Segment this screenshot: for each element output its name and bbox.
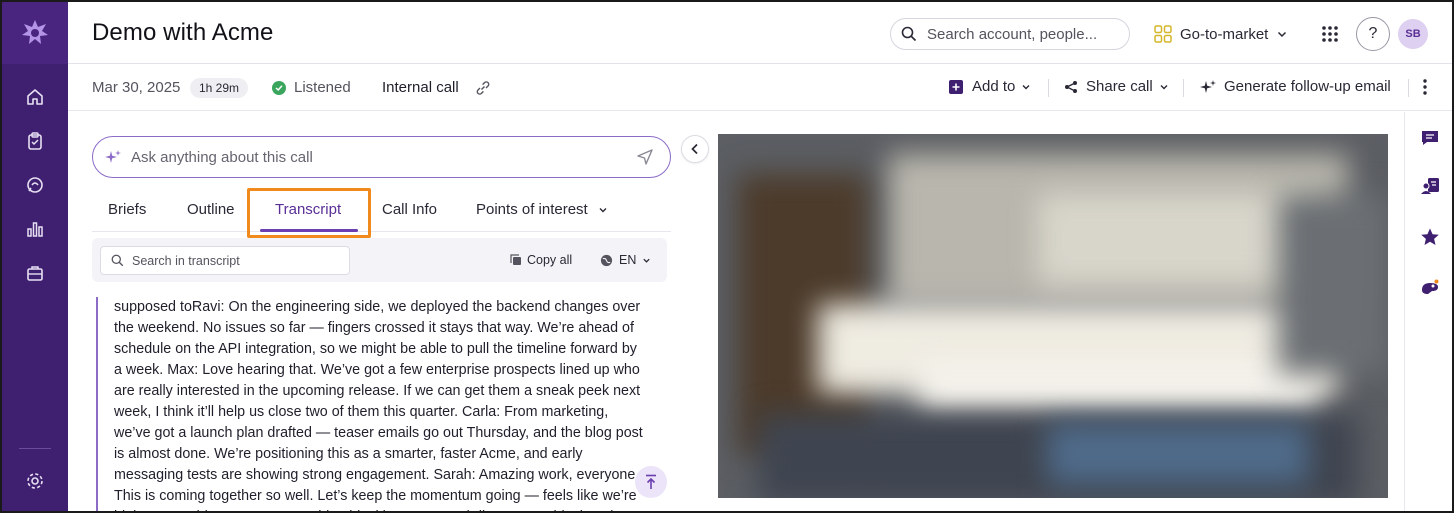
language-selector[interactable]: EN	[600, 253, 651, 267]
copy-link-icon[interactable]	[474, 79, 492, 97]
globe-icon	[600, 254, 613, 266]
tab-briefs[interactable]: Briefs	[108, 201, 146, 218]
help-button[interactable]: ?	[1356, 17, 1390, 51]
transcript-search-input[interactable]	[132, 253, 342, 268]
share-call-label: Share call	[1086, 78, 1153, 95]
chevron-down-icon	[1278, 31, 1287, 38]
starburst-logo-icon	[22, 20, 48, 44]
apps-grid-button[interactable]	[1318, 22, 1342, 46]
chevron-down-icon	[1160, 84, 1168, 89]
copy-all-label: Copy all	[527, 253, 573, 267]
call-tabs: Briefs Outline Transcript Call Info Poin…	[92, 190, 671, 232]
points-of-interest-label: Points of interest	[476, 201, 588, 218]
ask-ai-box[interactable]	[92, 136, 671, 178]
search-icon	[901, 26, 917, 42]
vertical-dots-icon	[1423, 79, 1427, 95]
contact-card-icon[interactable]	[1418, 174, 1442, 198]
collapse-panel-button[interactable]	[681, 135, 709, 163]
sparkle-icon	[1200, 79, 1216, 93]
chevron-down-icon	[643, 258, 651, 263]
workspace-selector[interactable]: Go-to-market	[1154, 22, 1288, 46]
video-player[interactable]	[718, 134, 1388, 498]
transcript-text: supposed toRavi: On the engineering side…	[114, 299, 643, 511]
copy-icon	[510, 254, 521, 265]
send-icon[interactable]	[636, 148, 654, 166]
generate-followup-email-button[interactable]: Generate follow-up email	[1200, 78, 1391, 95]
comments-icon[interactable]	[1418, 126, 1442, 150]
tab-call-info[interactable]: Call Info	[382, 201, 437, 218]
right-rail	[1404, 112, 1452, 511]
transcript-search[interactable]	[100, 246, 350, 275]
ask-ai-input[interactable]	[131, 148, 636, 166]
chevron-left-icon	[691, 143, 698, 155]
plus-square-icon	[949, 79, 963, 94]
chevron-down-icon	[599, 207, 607, 212]
settings-gear-icon[interactable]	[23, 469, 47, 493]
add-to-button[interactable]: Add to	[948, 78, 1031, 95]
duration-badge: 1h 29m	[190, 78, 249, 98]
language-label: EN	[619, 253, 637, 267]
generate-email-label: Generate follow-up email	[1224, 78, 1391, 95]
chevron-down-icon	[1022, 84, 1030, 89]
share-call-button[interactable]: Share call	[1064, 78, 1169, 95]
sidebar-divider	[19, 448, 51, 449]
user-avatar[interactable]: SB	[1398, 19, 1428, 49]
arrow-up-to-line-icon	[646, 474, 656, 489]
copy-all-button[interactable]: Copy all	[510, 253, 572, 267]
page-header: Demo with Acme Go-to-market ? SB	[68, 2, 1452, 64]
conversations-icon[interactable]	[23, 173, 47, 197]
analytics-icon[interactable]	[23, 217, 47, 241]
integrations-icon[interactable]	[1418, 276, 1442, 300]
home-icon[interactable]	[23, 85, 47, 109]
call-date: Mar 30, 2025	[92, 79, 181, 96]
transcript-toolbar: Copy all EN	[92, 238, 667, 282]
action-separator	[1408, 79, 1409, 97]
call-subheader: Mar 30, 2025 1h 29m Listened Internal ca…	[68, 64, 1452, 111]
share-icon	[1065, 80, 1077, 93]
global-search[interactable]	[890, 18, 1130, 50]
listened-label: Listened	[294, 79, 351, 96]
workspace-label: Go-to-market	[1180, 25, 1269, 43]
search-icon	[111, 254, 124, 267]
action-separator	[1183, 79, 1184, 97]
clipboard-icon[interactable]	[23, 129, 47, 153]
call-type: Internal call	[382, 79, 459, 96]
brand-logo[interactable]	[2, 2, 68, 64]
transcript-tab-highlight	[247, 188, 371, 238]
app-window: Demo with Acme Go-to-market ? SB Mar 30,…	[0, 0, 1454, 513]
app-sidebar	[2, 2, 68, 511]
briefcase-icon[interactable]	[23, 261, 47, 285]
transcript-body: supposed toRavi: On the engineering side…	[96, 297, 656, 511]
add-to-label: Add to	[972, 78, 1016, 95]
listened-status: Listened	[272, 79, 351, 96]
action-separator	[1048, 79, 1049, 97]
star-icon[interactable]	[1418, 225, 1442, 249]
scroll-to-top-button[interactable]	[635, 466, 667, 498]
tab-points-of-interest[interactable]: Points of interest	[476, 201, 608, 218]
check-circle-icon	[272, 80, 286, 95]
apps-grid-icon	[1322, 26, 1338, 42]
sparkle-icon	[105, 150, 121, 163]
page-title: Demo with Acme	[92, 19, 274, 46]
more-options-button[interactable]	[1422, 78, 1428, 96]
tab-outline[interactable]: Outline	[187, 201, 235, 218]
global-search-input[interactable]	[927, 25, 1117, 43]
grid-squares-icon	[1154, 25, 1172, 43]
